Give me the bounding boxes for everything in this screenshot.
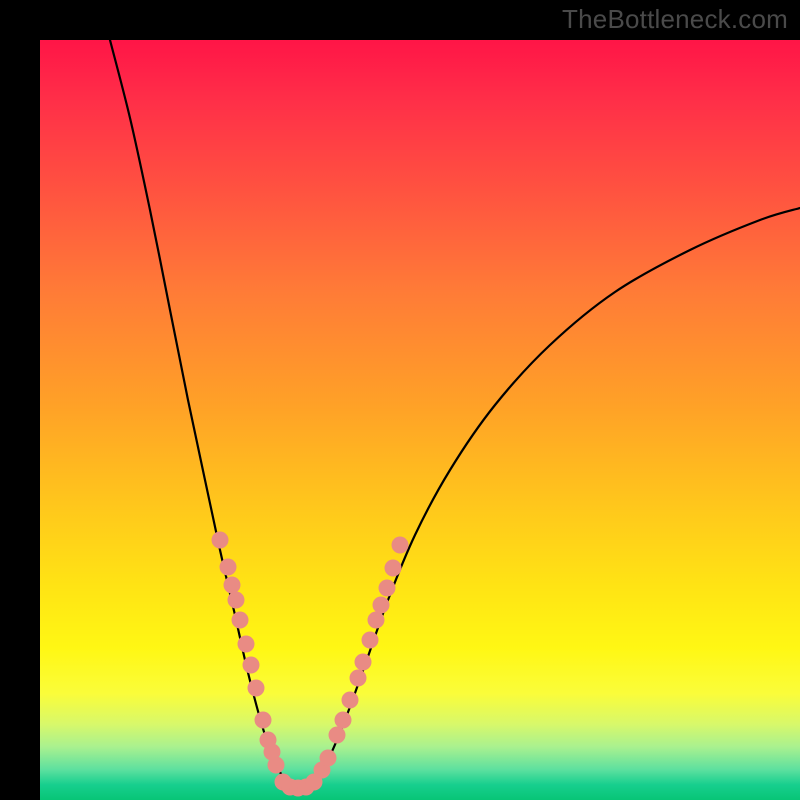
chart-svg	[40, 40, 800, 800]
scatter-dot	[212, 532, 229, 549]
scatter-dot	[379, 580, 396, 597]
scatter-dot	[329, 727, 346, 744]
scatter-dot	[255, 712, 272, 729]
scatter-dot	[268, 757, 285, 774]
scatter-markers	[212, 532, 409, 797]
scatter-dot	[335, 712, 352, 729]
scatter-dot	[342, 692, 359, 709]
scatter-dot	[355, 654, 372, 671]
scatter-dot	[362, 632, 379, 649]
chart-frame: TheBottleneck.com	[0, 0, 800, 800]
watermark-text: TheBottleneck.com	[562, 4, 788, 35]
scatter-dot	[224, 577, 241, 594]
scatter-dot	[228, 592, 245, 609]
scatter-dot	[385, 560, 402, 577]
curve-line	[110, 40, 800, 789]
scatter-dot	[243, 657, 260, 674]
scatter-dot	[392, 537, 409, 554]
scatter-dot	[232, 612, 249, 629]
scatter-dot	[220, 559, 237, 576]
scatter-dot	[248, 680, 265, 697]
scatter-dot	[373, 597, 390, 614]
scatter-dot	[320, 750, 337, 767]
scatter-dot	[368, 612, 385, 629]
scatter-dot	[350, 670, 367, 687]
scatter-dot	[238, 636, 255, 653]
